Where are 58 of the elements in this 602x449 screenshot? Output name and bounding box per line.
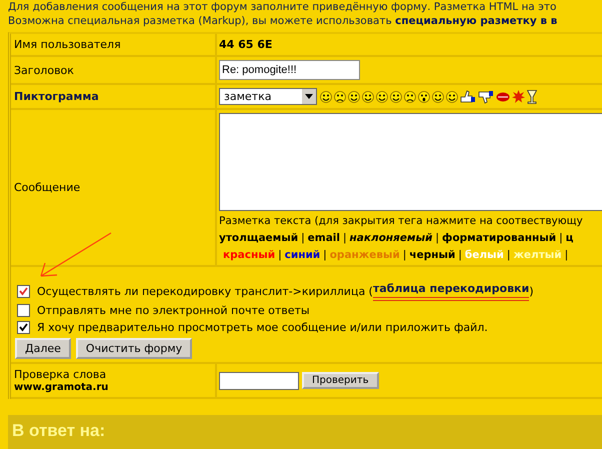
smiley-icon[interactable] [390,90,402,102]
markup-hint: Разметка текста (для закрытия тега нажмите на соотвествующу [219,214,583,228]
separator: | [402,248,406,262]
lips-icon[interactable] [496,92,510,102]
smiley-icon[interactable] [334,90,346,102]
color-link[interactable]: черный [409,248,456,262]
field-label: Проверка слова [14,368,106,381]
separator: | [506,248,510,262]
hand-icon[interactable] [478,90,494,104]
message-field[interactable] [219,113,602,211]
separator: | [435,231,440,245]
field-label: Пиктограмма [14,90,99,103]
smiley-icon[interactable] [348,90,360,102]
hand-icon[interactable] [460,90,476,104]
smiley-icon[interactable] [432,90,444,102]
word-field[interactable] [219,372,299,390]
markup-link[interactable]: email [308,231,340,245]
check-button[interactable]: Проверить [302,372,379,389]
cup-icon[interactable] [527,90,537,104]
smiley-icon[interactable] [362,90,374,102]
conversion-table-link[interactable]: таблица перекодировки [372,281,530,301]
separator: | [278,248,282,262]
separator: | [458,248,462,262]
icon-select[interactable]: заметка [219,88,317,105]
markup-link[interactable]: форматированный [442,231,556,245]
smiley-icon[interactable] [404,90,416,102]
option-label: Осуществлять ли перекодировку транслит->кириллица ( [37,284,373,298]
form-button[interactable]: Очистить форму [76,338,192,359]
option-label: ) [529,284,534,298]
smiley-icon[interactable] [418,90,430,102]
caret-icon [305,94,313,99]
markup-link[interactable]: наклоняемый [350,231,432,245]
markup-link[interactable]: ц [566,231,574,245]
field-label: Заголовок [14,64,74,76]
separator: | [559,231,563,245]
subject-field[interactable]: Re: pomogite!!! [219,60,360,80]
username-value: 44 65 6E [219,38,272,51]
option-label: Отправлять мне по электронной почте ответы [37,303,310,318]
checkbox[interactable] [17,321,30,334]
field-label: Имя пользователя [14,38,121,51]
separator: | [301,231,305,245]
separator: | [343,231,347,245]
separator: | [323,248,327,262]
checkbox[interactable] [17,284,30,298]
separator: | [564,248,568,262]
smiley-icon[interactable] [320,90,332,102]
smiley-icon[interactable] [376,90,388,102]
field-label: Сообщение [14,181,80,194]
intro-text: Возможна специальная разметка (Markup), вы можете использовать специальную разметку в в [8,14,558,28]
checkbox[interactable] [17,304,30,317]
site-text: www.gramota.ru [14,382,108,393]
reply-heading: В ответ на: [8,415,602,449]
option-label: Я хочу предварительно просмотреть мое сообщение и/или приложить файл. [37,320,488,335]
smiley-icon[interactable] [446,90,458,102]
intro-text: Для добавления сообщения на этот форум заполните приведённую форму. Разметка HTML на это [8,0,558,14]
markup-link[interactable]: утолщаемый [219,231,298,245]
color-link[interactable]: синий [284,248,320,262]
form-button[interactable]: Далее [15,338,71,359]
